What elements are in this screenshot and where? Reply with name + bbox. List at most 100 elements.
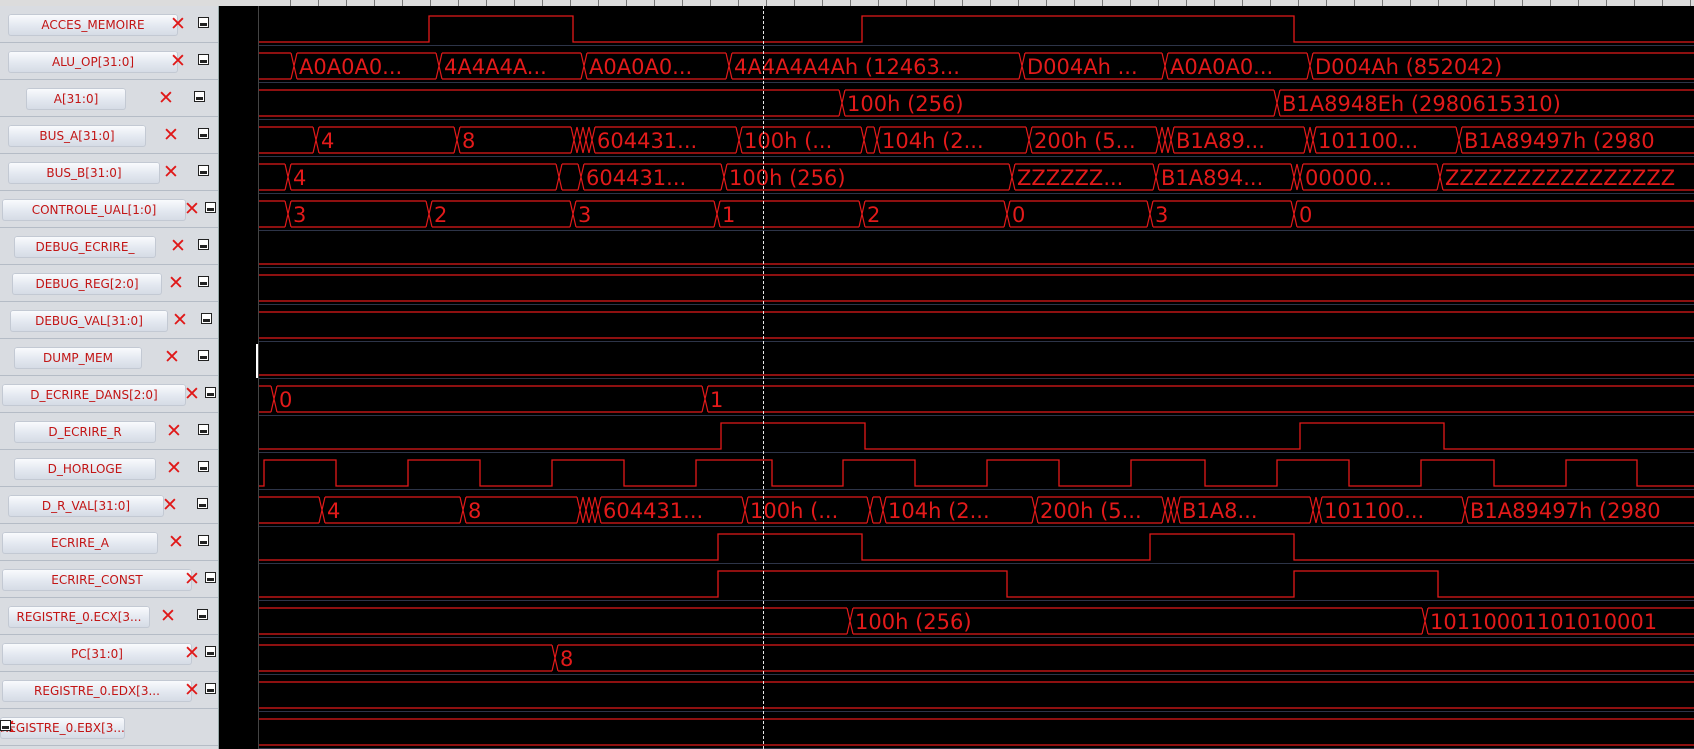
waveform-area[interactable]: A0A0A0... 4A4A4A... A0A0A0... 4A4A4A4Ah (12… <box>259 6 1694 749</box>
minimize-icon[interactable] <box>198 461 209 472</box>
bus-value-label: 1 <box>710 388 723 412</box>
signal-name-button[interactable]: REGISTRE_0.ECX[3... <box>8 606 150 628</box>
minimize-icon[interactable] <box>198 165 209 176</box>
minimize-icon[interactable] <box>0 720 11 731</box>
close-icon[interactable]: ✕ <box>184 198 200 220</box>
bus-value-label: 0 <box>279 388 292 412</box>
close-icon[interactable]: ✕ <box>184 568 200 590</box>
close-icon[interactable]: ✕ <box>184 642 200 664</box>
bus-value-label: 100h (256) <box>729 166 846 190</box>
close-icon[interactable]: ✕ <box>172 309 188 331</box>
bus-segment <box>1161 126 1169 154</box>
minimize-icon[interactable] <box>198 276 209 287</box>
signal-row-dump-mem: DUMP_MEM ✕ <box>0 339 218 376</box>
row-separator <box>259 415 1694 416</box>
minimize-icon[interactable] <box>205 572 216 583</box>
bit-wave-d-ecrire-r <box>259 422 1694 450</box>
bus-segment <box>582 126 590 154</box>
bus-value-label: 00000... <box>1305 166 1392 190</box>
signal-row-debug-val-31-0: DEBUG_VAL[31:0] ✕ <box>0 302 218 339</box>
bus-value-label: 101100... <box>1318 129 1418 153</box>
bus-segment <box>259 126 320 154</box>
minimize-icon[interactable] <box>198 424 209 435</box>
minimize-icon[interactable] <box>197 609 208 620</box>
close-icon[interactable]: ✕ <box>166 420 182 442</box>
row-separator <box>259 119 1694 120</box>
signal-name-button[interactable]: BUS_B[31:0] <box>8 162 160 184</box>
bus-segment <box>594 496 602 524</box>
bus-segment <box>259 200 292 228</box>
close-icon[interactable]: ✕ <box>160 605 176 627</box>
close-icon[interactable]: ✕ <box>170 235 186 257</box>
minimize-icon[interactable] <box>194 91 205 102</box>
bus-value-label: 104h (2... <box>888 499 990 523</box>
minimize-icon[interactable] <box>205 683 216 694</box>
signal-name-button[interactable]: ECRIRE_CONST <box>2 569 192 591</box>
bus-segment <box>562 163 585 191</box>
bus-value-label: 4 <box>293 166 306 190</box>
close-icon[interactable]: ✕ <box>184 383 200 405</box>
close-icon[interactable]: ✕ <box>166 457 182 479</box>
minimize-icon[interactable] <box>197 498 208 509</box>
close-icon[interactable]: ✕ <box>184 679 200 701</box>
close-icon[interactable]: ✕ <box>163 161 179 183</box>
signal-name-button[interactable]: DUMP_MEM <box>14 347 142 369</box>
close-icon[interactable]: ✕ <box>168 272 184 294</box>
close-icon[interactable]: ✕ <box>162 494 178 516</box>
minimize-icon[interactable] <box>198 239 209 250</box>
close-icon[interactable]: ✕ <box>158 87 174 109</box>
bus-value-label: 10110001101010001 <box>1430 610 1657 634</box>
signal-row-acces-memoire: ACCES_MEMOIRE ✕ <box>0 6 218 43</box>
signal-name-button[interactable]: ACCES_MEMOIRE <box>8 14 178 36</box>
bus-value-label: 4A4A4A... <box>444 55 547 79</box>
bus-segment <box>1010 200 1154 228</box>
minimize-icon[interactable] <box>205 646 216 657</box>
signal-name-button[interactable]: BUS_A[31:0] <box>8 125 146 147</box>
minimize-icon[interactable] <box>198 17 209 28</box>
signal-row-a-31-0: A[31:0] ✕ <box>0 80 218 117</box>
minimize-icon[interactable] <box>205 387 216 398</box>
minimize-icon[interactable] <box>205 202 216 213</box>
signal-name-button[interactable]: A[31:0] <box>26 88 126 110</box>
bus-value-label: 4A4A4A4Ah (12463... <box>734 55 960 79</box>
bus-segment <box>708 385 1694 413</box>
signal-name-button[interactable]: D_HORLOGE <box>14 458 156 480</box>
bus-segment <box>466 496 584 524</box>
minimize-icon[interactable] <box>198 350 209 361</box>
bus-segment <box>259 681 1694 709</box>
signal-name-button[interactable]: D_ECRIRE_DANS[2:0] <box>2 384 186 406</box>
signal-name-button[interactable]: D_R_VAL[31:0] <box>8 495 164 517</box>
bus-segment <box>259 89 846 117</box>
signal-name-button[interactable]: DEBUG_REG[2:0] <box>12 273 162 295</box>
signal-name-button[interactable]: ECRIRE_A <box>2 532 158 554</box>
signal-name-button[interactable]: PC[31:0] <box>2 643 192 665</box>
bus-value-label: 2 <box>867 203 880 227</box>
signal-name-button[interactable]: CONTROLE_UAL[1:0] <box>2 199 186 221</box>
close-icon[interactable]: ✕ <box>170 50 186 72</box>
bus-value-label: B1A894... <box>1161 166 1263 190</box>
signal-name-button[interactable]: DEBUG_VAL[31:0] <box>10 310 168 332</box>
minimize-icon[interactable] <box>198 535 209 546</box>
close-icon[interactable]: ✕ <box>168 531 184 553</box>
minimize-icon[interactable] <box>198 128 209 139</box>
close-icon[interactable]: ✕ <box>170 13 186 35</box>
bus-value-label: 8 <box>468 499 481 523</box>
row-separator <box>259 563 1694 564</box>
signal-name-button[interactable]: REGISTRE_0.EDX[3... <box>2 680 192 702</box>
signal-name-button[interactable]: ALU_OP[31:0] <box>8 51 178 73</box>
signal-name-button[interactable]: REGISTRE_0.EBX[3... <box>0 717 125 739</box>
close-icon[interactable]: ✕ <box>163 124 179 146</box>
waveform-gutter <box>219 6 259 749</box>
signal-name-button[interactable]: DEBUG_ECRIRE_ <box>14 236 156 258</box>
minimize-icon[interactable] <box>201 313 212 324</box>
close-icon[interactable]: ✕ <box>164 346 180 368</box>
signal-name-button[interactable]: D_ECRIRE_R <box>14 421 156 443</box>
signal-row-debug-reg-2-0: DEBUG_REG[2:0] ✕ <box>0 265 218 302</box>
bus-segment <box>1173 496 1181 524</box>
minimize-icon[interactable] <box>198 54 209 65</box>
bus-value-label: 0 <box>1012 203 1025 227</box>
bus-value-label: 4 <box>321 129 334 153</box>
bus-segment <box>1296 163 1304 191</box>
time-cursor[interactable] <box>763 6 764 749</box>
bus-value-label: 0 <box>1299 203 1312 227</box>
